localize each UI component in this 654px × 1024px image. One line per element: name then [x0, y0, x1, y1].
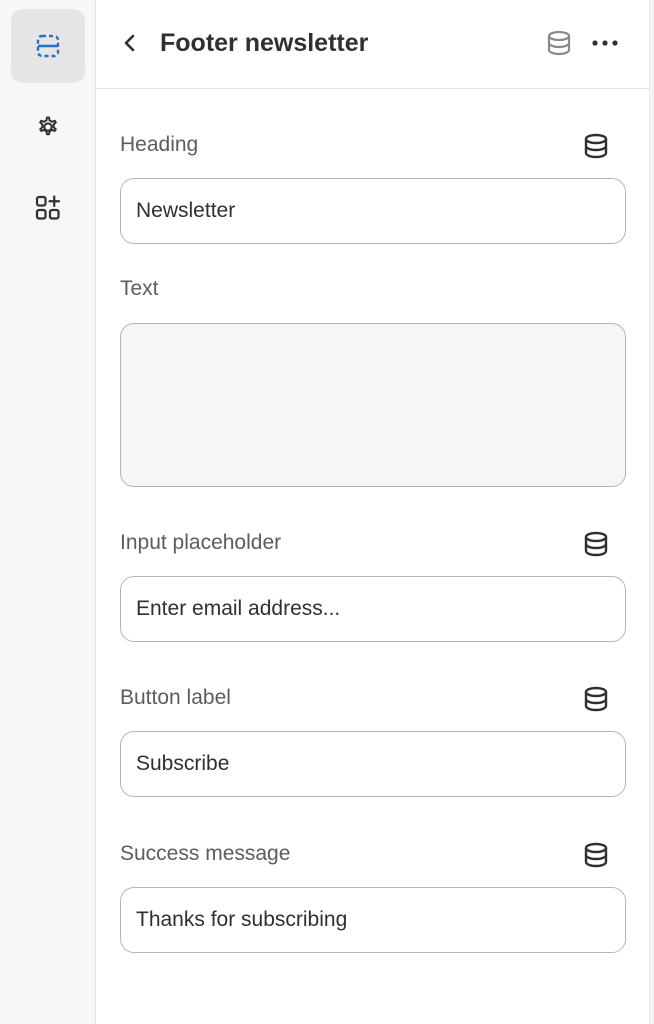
input-placeholder-dynamic-source-button[interactable]: [581, 529, 611, 559]
database-icon: [584, 133, 608, 159]
button-label-value: Subscribe: [136, 752, 230, 775]
rail-settings-button[interactable]: [11, 90, 85, 164]
button-label-label: Button label: [120, 686, 231, 709]
success-message-input[interactable]: Thanks for subscribing: [120, 887, 626, 953]
button-label-input[interactable]: Subscribe: [120, 731, 626, 797]
input-placeholder-input[interactable]: Enter email address...: [120, 576, 626, 642]
dynamic-source-button[interactable]: [544, 28, 574, 58]
text-label: Text: [120, 277, 159, 300]
rail-apps-button[interactable]: [11, 171, 85, 245]
input-placeholder-value: Enter email address...: [136, 597, 341, 620]
heading-input[interactable]: Newsletter: [120, 178, 626, 244]
database-icon: [584, 842, 608, 868]
database-icon: [547, 30, 571, 56]
database-icon: [584, 686, 608, 712]
more-actions-button[interactable]: [587, 28, 623, 58]
text-editor[interactable]: [120, 323, 626, 487]
success-message-label: Success message: [120, 842, 291, 865]
success-message-value: Thanks for subscribing: [136, 908, 348, 931]
back-button[interactable]: [115, 28, 145, 58]
chevron-left-icon: [124, 34, 135, 52]
heading-input-value: Newsletter: [136, 199, 236, 222]
panel-scroll-edge: [649, 0, 654, 1024]
input-placeholder-label: Input placeholder: [120, 531, 282, 554]
theme-editor: Footer newsletter Heading Newsletter Tex…: [0, 0, 654, 1024]
panel-header: Footer newsletter: [97, 0, 649, 89]
sections-icon: [36, 34, 60, 58]
heading-label: Heading: [120, 133, 199, 156]
heading-dynamic-source-button[interactable]: [581, 131, 611, 161]
gear-icon: [39, 116, 57, 136]
section-settings-panel: Footer newsletter Heading Newsletter Tex…: [97, 0, 649, 1024]
left-rail: [0, 0, 96, 1024]
apps-icon: [35, 195, 61, 220]
page-title: Footer newsletter: [160, 29, 369, 57]
rail-sections-button[interactable]: [11, 9, 85, 83]
database-icon: [584, 531, 608, 557]
button-label-dynamic-source-button[interactable]: [581, 684, 611, 714]
success-message-dynamic-source-button[interactable]: [581, 840, 611, 870]
more-horizontal-icon: [592, 40, 618, 46]
